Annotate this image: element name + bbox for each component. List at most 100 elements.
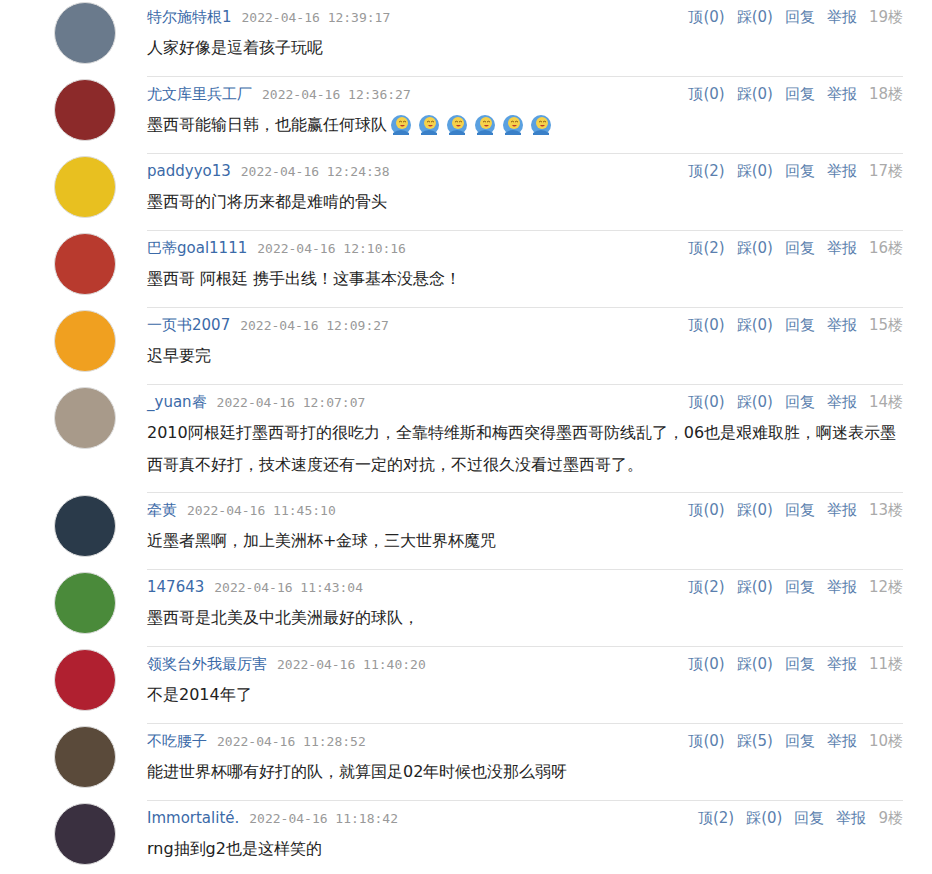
username[interactable]: 特尔施特根1	[147, 8, 232, 27]
comment-header: 巴蒂goal11112022-04-16 12:10:16顶(2)踩(0)回复举…	[147, 237, 903, 259]
comment-header: 一页书20072022-04-16 12:09:27顶(0)踩(0)回复举报15…	[147, 314, 903, 336]
user-avatar[interactable]	[54, 572, 116, 634]
comment-actions: 顶(2) 踩(0) 回复举报 17楼	[688, 162, 903, 181]
comment-text: 不是2014年了	[147, 679, 903, 711]
user-avatar[interactable]	[54, 310, 116, 372]
user-avatar[interactable]	[54, 726, 116, 788]
username[interactable]: 147643	[147, 578, 204, 596]
report-link[interactable]: 举报	[827, 393, 857, 412]
comment-text: 墨西哥的门将历来都是难啃的骨头	[147, 186, 903, 218]
username[interactable]: 尤文库里兵工厂	[147, 85, 252, 104]
downvote-link[interactable]: 踩(0)	[737, 501, 773, 520]
downvote-link[interactable]: 踩(0)	[737, 578, 773, 597]
comment-content: 能进世界杯哪有好打的队，就算国足02年时候也没那么弱呀	[147, 756, 567, 788]
comment-header: 特尔施特根12022-04-16 12:39:17顶(0)踩(0)回复举报19楼	[147, 6, 903, 28]
downvote-link[interactable]: 踩(0)	[737, 316, 773, 335]
reply-link[interactable]: 回复	[785, 85, 815, 104]
report-link[interactable]: 举报	[827, 655, 857, 674]
comment-actions: 顶(0)踩(0)回复举报15楼	[688, 316, 903, 335]
comment-content: 墨西哥 阿根廷 携手出线！这事基本没悬念！	[147, 263, 461, 295]
username[interactable]: Immortalité.	[147, 809, 239, 827]
username[interactable]: _yuan睿	[147, 393, 207, 412]
user-avatar[interactable]	[54, 2, 116, 64]
report-link[interactable]: 举报	[827, 85, 857, 104]
floor-number: 19楼	[869, 8, 903, 27]
upvote-link[interactable]: 顶(0)	[688, 655, 724, 674]
upvote-link[interactable]: 顶(0)	[688, 393, 724, 412]
comment-row: 特尔施特根12022-04-16 12:39:17顶(0)踩(0)回复举报19楼…	[0, 0, 932, 77]
laugh-emoticon-icon	[473, 113, 497, 137]
floor-number: 18楼	[869, 85, 903, 104]
username[interactable]: 领奖台外我最厉害	[147, 655, 267, 674]
username[interactable]: 巴蒂goal1111	[147, 239, 247, 258]
upvote-link[interactable]: 顶(2)	[688, 239, 724, 258]
downvote-link[interactable]: 踩(0)	[737, 162, 773, 181]
report-link[interactable]: 举报	[827, 578, 857, 597]
downvote-link[interactable]: 踩(0)	[737, 655, 773, 674]
upvote-link[interactable]: 顶(2)	[698, 809, 734, 828]
reply-link[interactable]: 回复	[785, 162, 815, 181]
comment-actions: 顶(0)踩(0)回复举报11楼	[688, 655, 903, 674]
timestamp: 2022-04-16 12:36:27	[262, 87, 411, 102]
user-avatar[interactable]	[54, 79, 116, 141]
downvote-link[interactable]: 踩(0)	[746, 809, 782, 828]
user-avatar[interactable]	[54, 803, 116, 865]
reply-link[interactable]: 回复	[785, 393, 815, 412]
report-link[interactable]: 举报	[827, 316, 857, 335]
upvote-link[interactable]: 顶(0)	[688, 8, 724, 27]
reply-link[interactable]: 回复	[785, 239, 815, 258]
comment-text: 墨西哥能输日韩，也能赢任何球队	[147, 109, 903, 141]
reply-link[interactable]: 回复	[794, 809, 824, 828]
comment-header: 领奖台外我最厉害2022-04-16 11:40:20顶(0)踩(0)回复举报1…	[147, 653, 903, 675]
username[interactable]: 牵黄	[147, 501, 177, 520]
upvote-link[interactable]: 顶(0)	[688, 85, 724, 104]
reply-link[interactable]: 回复	[785, 316, 815, 335]
downvote-link[interactable]: 踩(0)	[737, 85, 773, 104]
comment-actions: 顶(0) 踩(0) 回复举报 19楼	[688, 8, 903, 27]
reply-link[interactable]: 回复	[785, 732, 815, 751]
comment-row: paddyyo132022-04-16 12:24:38顶(2)踩(0)回复举报…	[0, 154, 932, 231]
downvote-link[interactable]: 踩(0)	[737, 393, 773, 412]
downvote-link[interactable]: 踩(5)	[737, 732, 773, 751]
reply-link[interactable]: 回复	[785, 501, 815, 520]
report-link[interactable]: 举报	[827, 732, 857, 751]
comment-body: 巴蒂goal11112022-04-16 12:10:16顶(2)踩(0)回复举…	[147, 231, 903, 308]
upvote-link[interactable]: 顶(0)	[688, 316, 724, 335]
user-avatar[interactable]	[54, 495, 116, 557]
report-link[interactable]: 举报	[827, 501, 857, 520]
username[interactable]: paddyyo13	[147, 162, 231, 180]
comment-body: Immortalité.2022-04-16 11:18:42顶(2)踩(0)回…	[147, 801, 903, 874]
comment-actions: 顶(0) 踩(0) 回复举报 18楼	[688, 85, 903, 104]
username[interactable]: 一页书2007	[147, 316, 230, 335]
report-link[interactable]: 举报	[827, 239, 857, 258]
upvote-link[interactable]: 顶(0)	[688, 501, 724, 520]
user-avatar[interactable]	[54, 649, 116, 711]
user-avatar[interactable]	[54, 156, 116, 218]
comment-header: 尤文库里兵工厂 2022-04-16 12:36:27 顶(0) 踩(0) 回复举报 18…	[147, 83, 903, 105]
floor-number: 17楼	[869, 162, 903, 181]
upvote-link[interactable]: 顶(0)	[688, 732, 724, 751]
reply-link[interactable]: 回复	[785, 8, 815, 27]
report-link[interactable]: 举报	[836, 809, 866, 828]
timestamp: 2022-04-16 12:07:07	[217, 395, 366, 410]
downvote-link[interactable]: 踩(0)	[737, 239, 773, 258]
avatar-column	[0, 308, 147, 372]
reply-link[interactable]: 回复	[785, 655, 815, 674]
reply-link[interactable]: 回复	[785, 578, 815, 597]
report-link[interactable]: 举报	[827, 8, 857, 27]
downvote-link[interactable]: 踩(0)	[737, 8, 773, 27]
user-avatar[interactable]	[54, 387, 116, 449]
comment-actions: 顶(2)踩(0)回复举报12楼	[688, 578, 903, 597]
comment-body: 尤文库里兵工厂 2022-04-16 12:36:27 顶(0) 踩(0) 回复举报 18…	[147, 77, 903, 154]
comment-row: 一页书20072022-04-16 12:09:27顶(0)踩(0)回复举报15…	[0, 308, 932, 385]
comment-header: 不吃腰子2022-04-16 11:28:52顶(0)踩(5)回复举报10楼	[147, 730, 903, 752]
comment-body: paddyyo132022-04-16 12:24:38顶(2)踩(0)回复举报…	[147, 154, 903, 231]
comment-body: 牵黄2022-04-16 11:45:10顶(0)踩(0)回复举报13楼近墨者黑…	[147, 493, 903, 570]
upvote-link[interactable]: 顶(2)	[688, 578, 724, 597]
username[interactable]: 不吃腰子	[147, 732, 207, 751]
user-avatar[interactable]	[54, 233, 116, 295]
comment-row: 牵黄2022-04-16 11:45:10顶(0)踩(0)回复举报13楼近墨者黑…	[0, 493, 932, 570]
report-link[interactable]: 举报	[827, 162, 857, 181]
upvote-link[interactable]: 顶(2)	[688, 162, 724, 181]
comment-actions: 顶(2)踩(0)回复举报9楼	[698, 809, 903, 828]
